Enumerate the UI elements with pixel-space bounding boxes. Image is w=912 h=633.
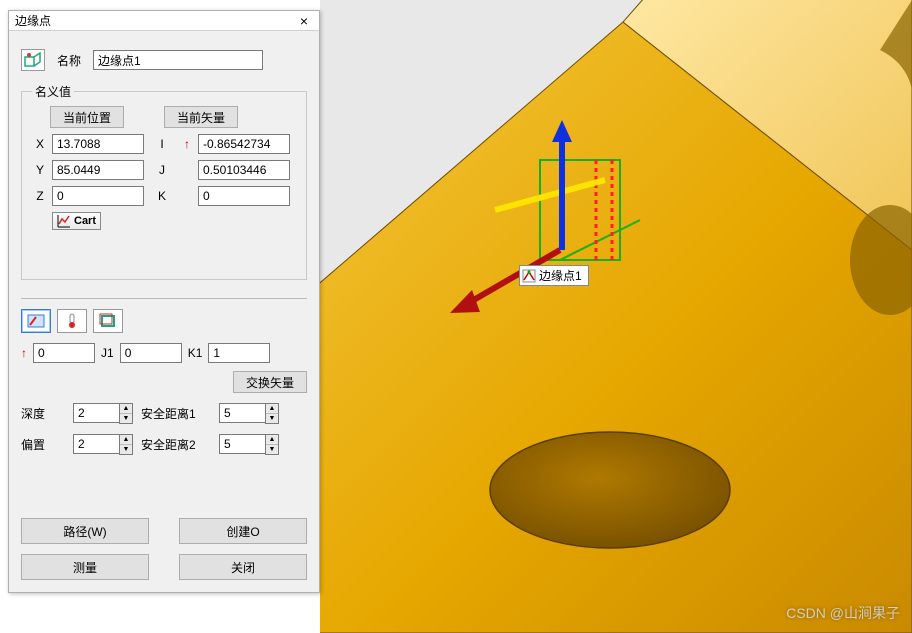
create-button[interactable]: 创建O — [179, 518, 307, 544]
edge-point-icon — [522, 269, 536, 283]
tab-vector[interactable] — [21, 309, 51, 333]
tab-thermometer[interactable] — [57, 309, 87, 333]
dir-j-input[interactable] — [120, 343, 182, 363]
path-button[interactable]: 路径(W) — [21, 518, 149, 544]
spin-down[interactable]: ▼ — [120, 445, 132, 454]
spin-up[interactable]: ▲ — [266, 435, 278, 445]
close-button[interactable]: 关闭 — [179, 554, 307, 580]
feature-type-icon[interactable] — [21, 49, 45, 71]
chart-icon — [57, 214, 71, 228]
depth-input[interactable] — [73, 403, 119, 423]
name-label: 名称 — [57, 52, 81, 69]
dialog-title: 边缘点 — [15, 12, 51, 29]
spin-down[interactable]: ▼ — [120, 414, 132, 423]
vec-i-input[interactable] — [198, 134, 290, 154]
axis-i-label: I — [148, 137, 176, 151]
offset-spinner[interactable]: ▲▼ — [73, 434, 133, 455]
pos-y-input[interactable] — [52, 160, 144, 180]
pos-z-input[interactable] — [52, 186, 144, 206]
depth-label: 深度 — [21, 405, 65, 422]
safe2-label: 安全距离2 — [141, 436, 211, 453]
spin-down[interactable]: ▼ — [266, 445, 278, 454]
scene-point-label: 边缘点1 — [539, 267, 582, 284]
current-vector-button[interactable]: 当前矢量 — [164, 106, 238, 128]
offset-label: 偏置 — [21, 436, 65, 453]
safe2-spinner[interactable]: ▲▼ — [219, 434, 279, 455]
close-icon[interactable]: × — [293, 13, 315, 29]
subtab-bar — [21, 309, 307, 333]
pos-x-input[interactable] — [52, 134, 144, 154]
dir-k-input[interactable] — [208, 343, 270, 363]
vec-j-input[interactable] — [198, 160, 290, 180]
nominal-legend: 名义值 — [32, 83, 74, 100]
dir-j-label: J1 — [101, 346, 114, 360]
scene-point-callout[interactable]: 边缘点1 — [519, 265, 589, 286]
dir-k-label: K1 — [188, 346, 203, 360]
edge-point-dialog: 边缘点 × 名称 名义值 当前位置 当前矢量 X I ↑ Y — [8, 10, 320, 593]
axis-j-label: J — [148, 163, 176, 177]
swap-vector-button[interactable]: 交换矢量 — [233, 371, 307, 393]
measure-button[interactable]: 测量 — [21, 554, 149, 580]
spin-up[interactable]: ▲ — [120, 435, 132, 445]
vec-arrow-icon: ↑ — [180, 137, 194, 151]
spin-up[interactable]: ▲ — [266, 404, 278, 414]
safe2-input[interactable] — [219, 434, 265, 454]
cart-button[interactable]: Cart — [52, 212, 101, 230]
spin-down[interactable]: ▼ — [266, 414, 278, 423]
nominal-group: 名义值 当前位置 当前矢量 X I ↑ Y J Z K — [21, 83, 307, 280]
dir-arrow-icon: ↑ — [21, 346, 27, 360]
safe1-label: 安全距离1 — [141, 405, 211, 422]
spin-up[interactable]: ▲ — [120, 404, 132, 414]
axis-k-label: K — [148, 189, 176, 203]
safe1-spinner[interactable]: ▲▼ — [219, 403, 279, 424]
depth-spinner[interactable]: ▲▼ — [73, 403, 133, 424]
axis-z-label: Z — [32, 189, 48, 203]
dialog-titlebar[interactable]: 边缘点 × — [9, 11, 319, 31]
vec-k-input[interactable] — [198, 186, 290, 206]
offset-input[interactable] — [73, 434, 119, 454]
safe1-input[interactable] — [219, 403, 265, 423]
axis-y-label: Y — [32, 163, 48, 177]
tab-box[interactable] — [93, 309, 123, 333]
current-position-button[interactable]: 当前位置 — [50, 106, 124, 128]
cad-3d-viewport[interactable] — [320, 0, 912, 633]
axis-x-label: X — [32, 137, 48, 151]
name-input[interactable] — [93, 50, 263, 70]
dir-i-input[interactable] — [33, 343, 95, 363]
